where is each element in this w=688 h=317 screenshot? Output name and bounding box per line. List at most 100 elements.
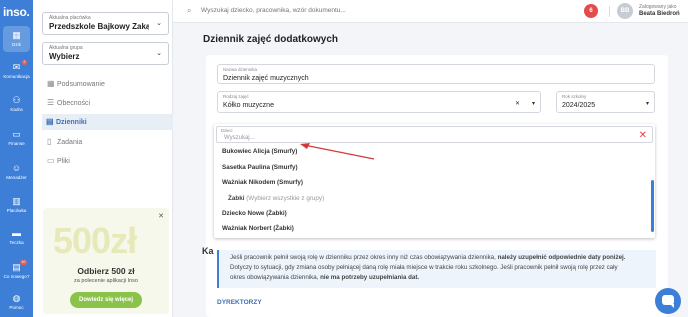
rail-badge: 2: [22, 60, 27, 65]
active-highlight: [3, 26, 30, 52]
nav-label: Podsumowanie: [57, 81, 105, 88]
select-label: Aktualna grupa: [49, 45, 83, 51]
option-hint: (Wybierz wszystkie z grupy): [246, 195, 325, 202]
chat-icon: [662, 295, 674, 308]
folder-icon: ▬: [12, 228, 21, 238]
option-label: Bukowiec Alicja (Smurfy): [222, 148, 298, 155]
search-placeholder: Wyszukaj...: [224, 135, 255, 141]
nav-label: Zadania: [57, 139, 83, 146]
promo-subtitle: za polecenie aplikacji Inso: [74, 278, 138, 284]
search-input[interactable]: [201, 7, 451, 14]
chat-icon: ✉: [12, 62, 21, 72]
rail-item-pomoc[interactable]: ◍ Pomoc: [0, 293, 33, 310]
directors-heading: DYREKTORZY: [217, 299, 262, 306]
app-rail: inso. ▦ Dziś ✉ 2 Komunikacja ⚇ Kadra ▭ F…: [0, 0, 33, 317]
rail-label: Co nowego?: [3, 274, 30, 279]
school-year-select[interactable]: Rok szkolny 2024/2025 ▾: [556, 91, 655, 113]
people-icon: ⚇: [12, 95, 21, 105]
placowka-select[interactable]: Aktualna placówka Przedszkole Bajkowy Za…: [42, 12, 169, 35]
dropdown-group-option[interactable]: Żabki (Wybierz wszystkie z grupy): [228, 195, 324, 202]
nav-label: Pliki: [57, 158, 70, 165]
user-name[interactable]: Beata Biedroń: [639, 11, 680, 17]
nav-item-dzienniki[interactable]: ▤ Dzienniki: [42, 114, 173, 130]
divider: [609, 6, 610, 17]
select-label: Aktualna placówka: [49, 15, 91, 21]
info-box: Jeśli pracownik pełnił swoją rolę w dzie…: [217, 250, 656, 288]
rail-item-dzis[interactable]: ▦ Dziś: [0, 26, 33, 52]
field-value: Kółko muzyczne: [223, 102, 274, 109]
grid-icon: ▦: [47, 79, 55, 88]
field-label: Rodzaj zajęć: [223, 94, 249, 99]
close-icon[interactable]: ✕: [639, 130, 647, 141]
nav-label: Obecności: [57, 100, 91, 107]
avatar[interactable]: BB: [617, 3, 633, 19]
top-bar: ⌕ 6 BB Zalogowany jako Beata Biedroń: [173, 0, 688, 23]
search-icon: ⌕: [187, 6, 192, 15]
info-bold: nie ma potrzeby uzupełniania dat.: [320, 274, 420, 281]
info-text: Jeśli pracownik pełnił swoją rolę w dzie…: [230, 254, 498, 261]
notification-badge[interactable]: 6: [584, 4, 598, 18]
chevron-down-icon: ⌄: [156, 50, 162, 57]
rail-item-menadzer[interactable]: ☺ Menadżer: [0, 163, 33, 180]
rail-label: Menadżer: [6, 175, 27, 180]
nav-item-pliki[interactable]: ▭ Pliki: [43, 153, 173, 169]
promo-card: 500zł ✕ Odbierz 500 zł za polecenie apli…: [43, 208, 169, 314]
field-label: Dzieci: [221, 128, 233, 133]
book-icon: ▤: [46, 117, 54, 126]
document-icon: ▯: [47, 137, 52, 146]
close-icon[interactable]: ✕: [158, 212, 164, 220]
rail-label: Finanse: [8, 141, 25, 146]
journal-name-field[interactable]: Nazwa dziennika Dziennik zajęć muzycznyc…: [217, 64, 655, 84]
chevron-down-icon: ▾: [645, 101, 649, 107]
dropdown-option[interactable]: Ważniak Norbert (Żabki): [222, 225, 294, 232]
info-bold: należy uzupełnić odpowiednie daty poniże…: [497, 254, 626, 261]
learn-more-button[interactable]: Dowiedz się więcej: [70, 292, 142, 308]
dropdown-option[interactable]: Dziecko Nowe (Żabki): [222, 210, 287, 217]
list-icon: ☰: [47, 98, 55, 107]
option-label: Ważniak Norbert (Żabki): [222, 225, 294, 232]
option-label: Ważniak Nikodem (Smurfy): [222, 179, 303, 186]
logged-as-label: Zalogowany jako: [639, 4, 677, 10]
rail-item-teczka[interactable]: ▬ Teczka: [0, 228, 33, 245]
promo-title: Odbierz 500 zł: [77, 266, 135, 276]
grupa-select[interactable]: Aktualna grupa Wybierz ⌄: [42, 42, 169, 65]
children-search-field[interactable]: Dzieci Wyszukaj... ✕: [216, 126, 653, 143]
dropdown-option[interactable]: Ważniak Nikodem (Smurfy): [222, 179, 303, 186]
rail-item-kadra[interactable]: ⚇ Kadra: [0, 95, 33, 112]
promo-graphic: 500zł: [53, 220, 137, 261]
dropdown-option[interactable]: Bukowiec Alicja (Smurfy): [222, 148, 297, 155]
scrollbar[interactable]: [651, 180, 654, 232]
annotation-arrow: [300, 143, 375, 160]
field-value: 2024/2025: [562, 102, 596, 109]
nav-item-podsumowanie[interactable]: ▦ Podsumowanie: [43, 76, 173, 92]
rail-label: Pomoc: [9, 305, 24, 310]
nav-item-obecnosci[interactable]: ☰ Obecności: [43, 95, 173, 111]
field-label: Nazwa dziennika: [223, 67, 258, 72]
building-icon: ▥: [12, 196, 21, 206]
dropdown-option[interactable]: Sasetka Paulina (Smurfy): [222, 164, 298, 171]
field-value: Dziennik zajęć muzycznych: [223, 75, 309, 82]
activity-type-select[interactable]: Rodzaj zajęć Kółko muzyczne ✕ ▾: [217, 91, 541, 113]
section-title: Ka: [202, 246, 214, 256]
rail-label: Teczka: [9, 240, 24, 245]
rail-label: Kadra: [10, 107, 23, 112]
clear-icon[interactable]: ✕: [515, 100, 520, 107]
rail-item-komunikacja[interactable]: ✉ 2 Komunikacja: [0, 60, 33, 79]
chevron-down-icon: ▾: [531, 101, 535, 107]
rail-item-co-nowego[interactable]: ▤ 10 Co nowego?: [0, 260, 33, 279]
folder-icon: ▭: [47, 156, 55, 165]
info-text: okres obowiązywania dziennika,: [230, 274, 321, 281]
info-line-3: okres obowiązywania dziennika, nie ma po…: [230, 273, 648, 283]
rail-item-finanse[interactable]: ▭ Finanse: [0, 129, 33, 146]
children-dropdown: Dzieci Wyszukaj... ✕ Bukowiec Alicja (Sm…: [214, 124, 655, 238]
app-logo: inso.: [3, 5, 30, 19]
info-line-1: Jeśli pracownik pełnił swoją rolę w dzie…: [230, 253, 648, 263]
page-title: Dziennik zajęć dodatkowych: [203, 34, 339, 45]
info-line-2: Dotyczy to sytuacji, gdy zmiana osoby pe…: [230, 264, 618, 271]
option-label: Żabki: [228, 195, 245, 202]
nav-item-zadania[interactable]: ▯ Zadania: [43, 134, 173, 150]
rail-item-placowka[interactable]: ▥ Placówka: [0, 196, 33, 213]
field-label: Rok szkolny: [562, 94, 587, 99]
chat-button[interactable]: [655, 288, 681, 314]
select-value: Przedszkole Bajkowy Zakąt...: [49, 22, 149, 31]
